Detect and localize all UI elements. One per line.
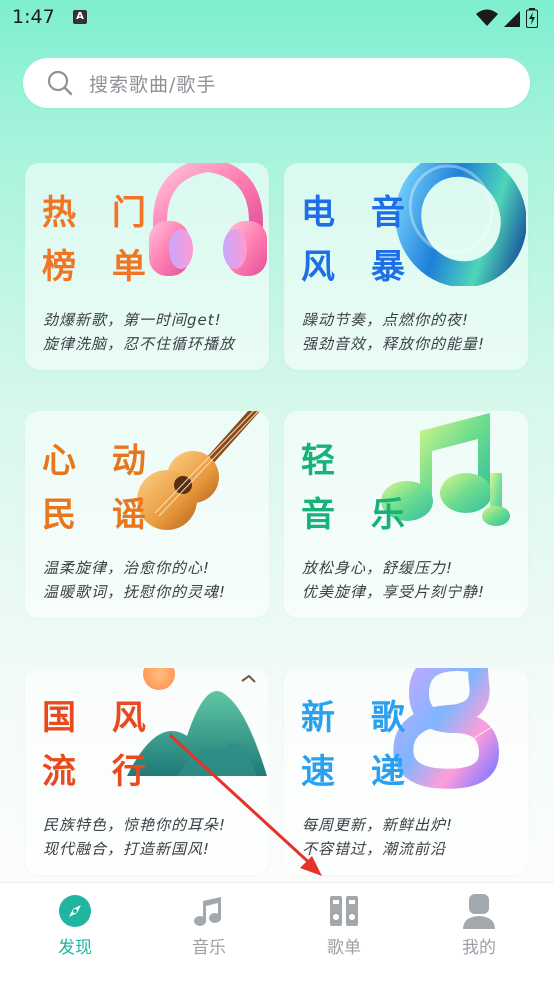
tab-music[interactable]: 音乐: [140, 883, 278, 983]
signal-icon: [504, 11, 520, 27]
status-time: 1:47: [12, 6, 55, 28]
search-input[interactable]: 搜索歌曲/歌手: [89, 70, 216, 97]
compass-icon: [59, 895, 91, 927]
card-new-songs[interactable]: 新 歌速 递 每周更新，新鲜出炉! 不容错过，潮流前沿: [284, 668, 528, 875]
wifi-icon: [476, 9, 498, 26]
card-title: 新 歌速 递: [301, 698, 417, 792]
playlist-icon: [330, 896, 358, 926]
status-bar: 1:47 A: [0, 0, 554, 40]
tab-label: 发现: [58, 938, 92, 958]
card-description: 温柔旋律，治愈你的心! 温暖歌词，抚慰你的灵魂!: [43, 559, 227, 601]
music-icon: [194, 897, 221, 926]
tab-label: 音乐: [192, 938, 226, 958]
bottom-tab-bar: 发现 音乐 歌单 我的: [0, 882, 554, 985]
tab-discover[interactable]: 发现: [6, 883, 144, 983]
headphones-icon: [149, 163, 267, 276]
tab-playlist[interactable]: 歌单: [275, 883, 413, 983]
tab-label: 我的: [462, 938, 496, 958]
battery-icon: [526, 8, 538, 28]
card-folk[interactable]: 心 动民 谣 温柔旋律，治愈你的心! 温暖歌词，抚慰你的灵魂!: [25, 411, 269, 618]
card-title: 心 动民 谣: [42, 441, 158, 535]
notification-icon: A: [73, 10, 87, 24]
tab-label: 歌单: [327, 938, 361, 958]
card-title: 轻音 乐: [301, 441, 417, 535]
user-icon: [463, 894, 495, 929]
card-title: 电 音风 暴: [301, 193, 417, 287]
card-electronic[interactable]: 电 音风 暴 躁动节奏，点燃你的夜! 强劲音效，释放你的能量!: [284, 163, 528, 370]
card-description: 劲爆新歌，第一时间get! 旋律洗脑，忍不住循环播放: [43, 311, 236, 353]
card-description: 躁动节奏，点燃你的夜! 强劲音效，释放你的能量!: [302, 311, 486, 353]
tab-mine[interactable]: 我的: [410, 883, 548, 983]
card-light-music[interactable]: 轻音 乐 放松身心，舒缓压力! 优美旋律，享受片刻宁静!: [284, 411, 528, 618]
card-chinese-style[interactable]: 国 风流 行 民族特色，惊艳你的耳朵! 现代融合，打造新国风!: [25, 668, 269, 875]
card-title: 国 风流 行: [42, 698, 158, 792]
card-description: 放松身心，舒缓压力! 优美旋律，享受片刻宁静!: [302, 559, 486, 601]
card-hot-charts[interactable]: 热 门榜 单 劲爆新歌，第一时间get! 旋律洗脑，忍不住循环播放: [25, 163, 269, 370]
status-indicators: [476, 7, 538, 29]
card-description: 每周更新，新鲜出炉! 不容错过，潮流前沿: [302, 816, 454, 858]
search-icon: [47, 70, 73, 96]
card-description: 民族特色，惊艳你的耳朵! 现代融合，打造新国风!: [43, 816, 227, 858]
search-bar[interactable]: 搜索歌曲/歌手: [23, 58, 530, 108]
card-title: 热 门榜 单: [42, 193, 158, 287]
